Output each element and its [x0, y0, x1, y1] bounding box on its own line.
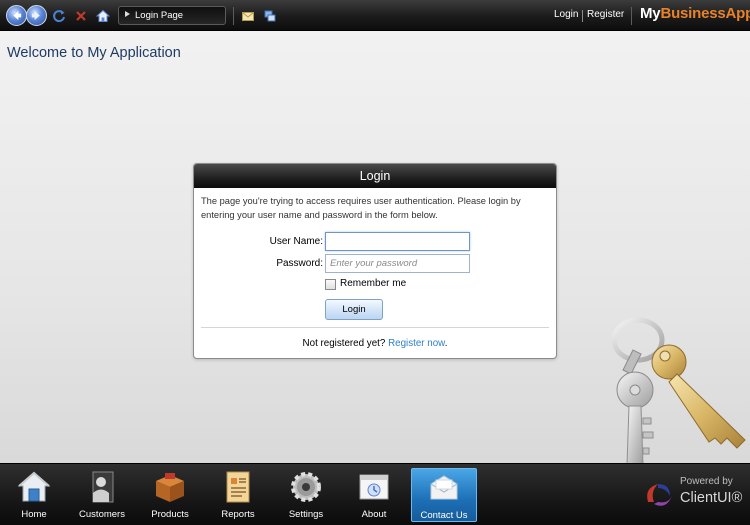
bottom-navigation-dock: Home Customers Products Reports Settings…	[0, 463, 750, 525]
address-bar[interactable]: Login Page	[118, 6, 226, 25]
dock-item-settings[interactable]: Settings	[273, 468, 339, 522]
link-separator	[582, 10, 583, 22]
login-panel: Login The page you're trying to access r…	[193, 163, 557, 359]
register-prompt: Not registered yet? Register now.	[194, 338, 556, 349]
home-nav-button[interactable]	[95, 8, 111, 24]
forward-button[interactable]	[26, 5, 47, 26]
top-register-link[interactable]: Register	[587, 9, 624, 20]
dock-label-home: Home	[21, 509, 47, 520]
dock-label-contact-us: Contact Us	[420, 510, 468, 521]
dock-label-reports: Reports	[221, 509, 255, 520]
settings-gear-icon	[288, 469, 324, 505]
play-arrow-icon	[125, 11, 130, 18]
refresh-icon	[53, 10, 65, 23]
dock-item-about[interactable]: About	[341, 468, 407, 522]
back-arrow-icon	[13, 10, 22, 21]
home-icon	[16, 469, 52, 505]
window-icon	[264, 10, 276, 22]
login-button[interactable]: Login	[325, 299, 383, 320]
contact-envelope-icon	[426, 470, 462, 506]
page-title: Welcome to My Application	[7, 45, 181, 61]
back-button[interactable]	[6, 5, 27, 26]
login-description: The page you're trying to access require…	[201, 196, 521, 220]
clientui-brand-text: ClientUI®	[680, 490, 743, 506]
dock-item-customers[interactable]: Customers	[69, 468, 135, 522]
forward-arrow-icon	[31, 10, 40, 21]
password-input[interactable]	[325, 254, 470, 273]
dock-item-products[interactable]: Products	[137, 468, 203, 522]
keys-illustration	[611, 317, 746, 465]
remember-me-checkbox[interactable]	[325, 279, 336, 290]
login-panel-header: Login	[194, 164, 556, 188]
brand-logo: MyBusinessApp	[640, 5, 750, 22]
dock-label-customers: Customers	[79, 509, 125, 520]
not-registered-text: Not registered yet?	[302, 338, 386, 349]
dock-item-reports[interactable]: Reports	[205, 468, 271, 522]
dock-item-home[interactable]: Home	[1, 468, 67, 522]
register-suffix: .	[444, 338, 448, 349]
dock-label-products: Products	[151, 509, 189, 520]
address-text: Login Page	[135, 10, 184, 21]
products-icon	[152, 469, 188, 505]
top-login-link[interactable]: Login	[554, 9, 578, 20]
customers-icon	[84, 469, 120, 505]
stop-icon	[76, 11, 86, 21]
reports-icon	[220, 469, 256, 505]
about-icon	[356, 469, 392, 505]
powered-by-text: Powered by	[680, 476, 733, 487]
toolbar-divider	[233, 7, 234, 25]
clientui-logo-icon	[647, 484, 672, 506]
stop-button[interactable]	[73, 8, 89, 24]
register-now-link[interactable]: Register now	[388, 338, 445, 349]
username-label: User Name:	[269, 236, 323, 247]
envelope-icon	[242, 12, 254, 21]
panel-divider	[201, 327, 549, 328]
dock-label-about: About	[361, 509, 387, 520]
brand-divider	[631, 7, 632, 25]
password-label: Password:	[276, 258, 323, 269]
refresh-button[interactable]	[51, 8, 67, 24]
mail-button[interactable]	[240, 8, 256, 24]
window-button[interactable]	[262, 8, 278, 24]
powered-by-logo: Powered by ClientUI®	[640, 474, 745, 514]
dock-item-contact-us[interactable]: Contact Us	[411, 468, 477, 522]
home-icon	[96, 9, 110, 22]
username-input[interactable]	[325, 232, 470, 251]
dock-label-settings: Settings	[288, 509, 324, 520]
remember-me-label[interactable]: Remember me	[340, 278, 406, 289]
top-toolbar: Login Page Login Register MyBusinessApp	[0, 0, 750, 31]
